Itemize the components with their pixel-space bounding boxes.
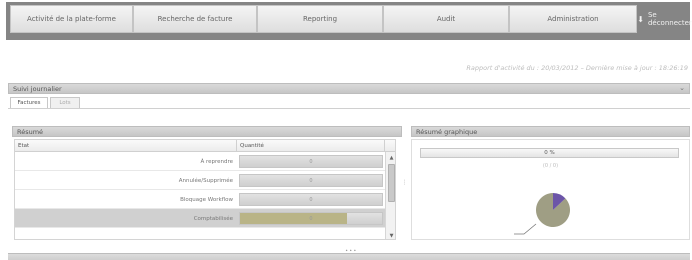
daily-panel-title: Suivi journalier [13, 84, 62, 93]
tab-divider [8, 108, 690, 109]
graph-panel: 0 % (0 / 0) [411, 139, 690, 240]
graph-panel-header: Résumé graphique [411, 126, 690, 137]
pie-leader-line [514, 223, 537, 235]
tab-activite[interactable]: Activité de la plate-forme [10, 5, 133, 33]
summary-panel-header: Résumé [12, 126, 402, 137]
table-row[interactable]: Annulée/Supprimée 0 [15, 171, 385, 190]
table-row[interactable]: Bloquage Workflow 0 [15, 190, 385, 209]
quantity-value: 0 [309, 177, 313, 184]
scroll-up-icon[interactable]: ▲ [387, 153, 395, 162]
quantity-value: 0 [309, 215, 313, 222]
row-label: Bloquage Workflow [180, 196, 233, 203]
summary-table: Etat Quantité À reprendre 0 Annulée/Supp… [14, 139, 396, 240]
row-label [15, 228, 237, 239]
tab-reporting[interactable]: Reporting [257, 5, 383, 33]
quantity-bar: 0 [239, 155, 383, 168]
row-label: À reprendre [200, 158, 233, 165]
row-label: Comptabilisée [193, 215, 233, 222]
panel-splitter-handle[interactable]: ⋮ [402, 170, 408, 194]
daily-panel-header: Suivi journalier ⌄ [8, 83, 690, 94]
chevron-down-icon[interactable]: ⌄ [679, 84, 685, 92]
graph-panel-title: Résumé graphique [416, 127, 478, 136]
quantity-value: 0 [309, 196, 313, 203]
graph-legend-text: (0 / 0) [542, 163, 559, 169]
top-navigation: Activité de la plate-forme Recherche de … [6, 2, 692, 40]
quantity-value: 0 [309, 158, 313, 165]
tab-audit[interactable]: Audit [383, 5, 509, 33]
table-scrollbar[interactable]: ▲ ▼ [385, 152, 395, 239]
column-header-spacer [385, 140, 395, 152]
summary-panel-title: Résumé [17, 127, 44, 136]
bottom-panel-header [8, 253, 690, 260]
logout-label: Se déconnecter [647, 11, 692, 27]
tab-administration[interactable]: Administration [509, 5, 637, 33]
report-status-line: Rapport d'activité du : 20/03/2012 – Der… [466, 64, 688, 72]
column-header-etat[interactable]: Etat [15, 140, 237, 152]
scroll-down-icon[interactable]: ▼ [387, 231, 395, 239]
column-header-quantite[interactable]: Quantité [237, 140, 385, 152]
quantity-bar: 0 [239, 174, 383, 187]
scroll-thumb[interactable] [388, 164, 395, 202]
row-label: Annulée/Supprimée [178, 177, 233, 184]
percentage-label: 0 % [544, 150, 555, 156]
table-row[interactable]: À reprendre 0 [15, 152, 385, 171]
percentage-bar: 0 % [420, 148, 679, 158]
tab-recherche-facture[interactable]: Recherche de facture [133, 5, 257, 33]
table-row-selected[interactable]: Comptabilisée 0 [15, 209, 385, 228]
quantity-bar: 0 [239, 212, 383, 225]
table-row[interactable] [15, 228, 385, 239]
quantity-bar: 0 [239, 193, 383, 206]
logout-arrow-icon: ⬇ [637, 14, 644, 24]
logout-button[interactable]: ⬇ Se déconnecter [637, 5, 692, 33]
